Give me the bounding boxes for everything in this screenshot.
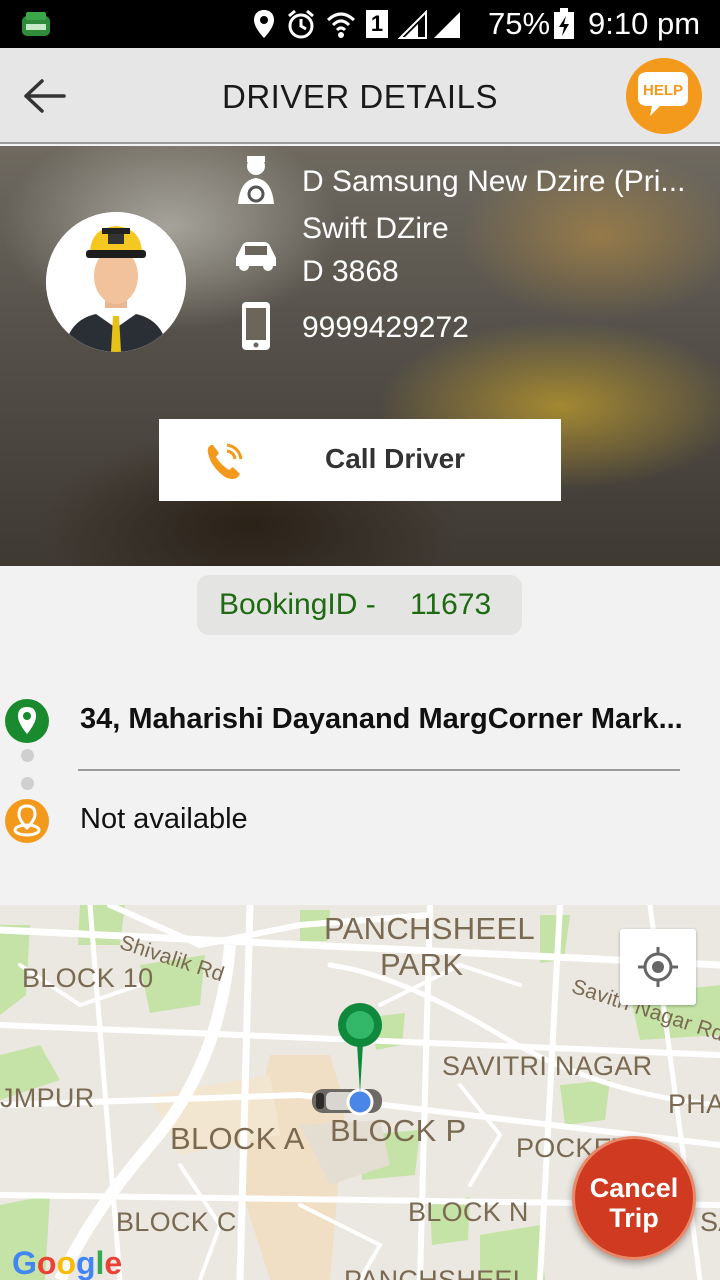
call-driver-button[interactable]: Call Driver <box>159 419 561 501</box>
cancel-trip-label-1: Cancel <box>589 1173 679 1203</box>
wifi-icon <box>326 12 356 38</box>
map-label-block-c: BLOCK C <box>116 1207 237 1237</box>
signal-icon <box>398 9 460 39</box>
mobile-phone-icon <box>242 302 270 350</box>
app-icon <box>22 12 50 36</box>
driver-phone: 9999429272 <box>302 311 469 344</box>
help-label: HELP <box>643 82 683 99</box>
battery-icon <box>554 8 574 39</box>
driver-icon <box>238 156 274 204</box>
booking-id-label: BookingID - <box>219 588 376 621</box>
car-icon <box>236 242 276 271</box>
car-number: D 3868 <box>302 255 399 288</box>
status-bar: 1 75% 9:10 pm <box>0 0 720 48</box>
route-dot <box>21 749 34 762</box>
call-driver-label: Call Driver <box>325 443 466 474</box>
car-model: Swift DZire <box>302 212 449 245</box>
divider <box>78 769 680 771</box>
map-label-sa: SA <box>700 1207 720 1237</box>
driver-avatar <box>46 212 186 352</box>
current-location-dot <box>346 1088 374 1116</box>
map-label-block-n: BLOCK N <box>408 1197 529 1227</box>
route-dot <box>21 777 34 790</box>
map-label-savitri-nagar: SAVITRI NAGAR <box>442 1051 653 1081</box>
map-label-panchsheel-bottom: PANCHSHEEL <box>344 1265 529 1280</box>
map-label-block-10: BLOCK 10 <box>22 963 154 993</box>
pickup-pin-icon <box>5 699 49 743</box>
alarm-icon <box>288 9 314 39</box>
driver-info-panel: D Samsung New Dzire (Pri... Swift DZire … <box>0 146 720 566</box>
map-label-panchsheel: PANCHSHEEL <box>324 911 535 946</box>
drop-pin-icon <box>5 799 49 843</box>
crosshair-icon <box>638 947 678 987</box>
map-label-pha: PHA <box>668 1089 720 1119</box>
map-label-block-a: BLOCK A <box>170 1121 305 1156</box>
phone-call-icon <box>207 443 243 479</box>
booking-id-value: 11673 <box>410 588 492 621</box>
sim-icon: 1 <box>366 10 388 38</box>
location-icon <box>254 10 274 38</box>
booking-id-badge: BookingID - 11673 <box>197 575 522 635</box>
map-label-park: PARK <box>380 947 464 982</box>
cancel-trip-label-2: Trip <box>609 1203 659 1233</box>
battery-percent: 75% <box>488 6 551 41</box>
help-button[interactable]: HELP <box>624 56 704 136</box>
app-bar: DRIVER DETAILS HELP <box>0 48 720 144</box>
my-location-button[interactable] <box>620 929 696 1005</box>
drop-address: Not available <box>80 803 248 835</box>
map-label-block-p: BLOCK P <box>330 1113 467 1148</box>
pickup-address: 34, Maharishi Dayanand MargCorner Mark..… <box>80 703 683 735</box>
page-title: DRIVER DETAILS <box>222 78 498 115</box>
clock: 9:10 pm <box>588 6 701 41</box>
status-icons: 1 <box>252 8 462 40</box>
google-logo: Google <box>12 1245 123 1280</box>
cancel-trip-button[interactable]: Cancel Trip <box>572 1136 696 1260</box>
map-label-jmpur: JMPUR <box>0 1083 95 1113</box>
driver-name: D Samsung New Dzire (Pri... <box>302 165 686 198</box>
